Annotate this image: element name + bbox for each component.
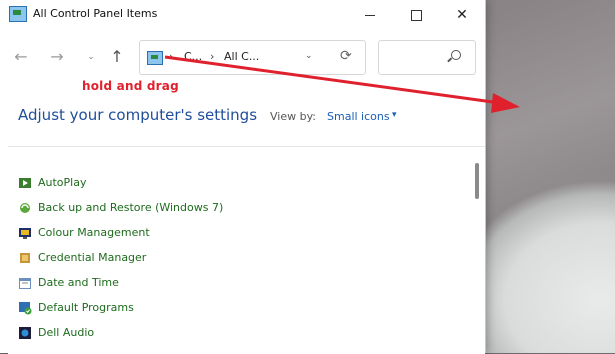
default-programs-icon [19, 302, 32, 315]
address-bar[interactable]: › C... › All C... ⌄ ⟳ [139, 40, 366, 75]
chevron-down-icon[interactable]: ▾ [392, 110, 397, 120]
minimize-icon [365, 14, 375, 16]
item-label: Default Programs [38, 301, 134, 314]
forward-arrow-icon[interactable]: → [46, 46, 68, 68]
list-item-dell-audio[interactable]: Dell Audio [18, 323, 318, 343]
maximize-button[interactable] [393, 0, 439, 30]
address-dropdown-icon[interactable]: ⌄ [305, 51, 313, 61]
list-item-date-time[interactable]: Date and Time [18, 273, 318, 293]
close-icon: ✕ [456, 7, 468, 23]
title-bar[interactable]: All Control Panel Items ✕ [0, 0, 485, 30]
autoplay-icon [19, 178, 31, 188]
breadcrumb-control-panel[interactable]: C... [184, 50, 202, 63]
search-icon [451, 50, 461, 60]
header-row: Adjust your computer's settings View by:… [0, 100, 485, 134]
backup-icon [20, 203, 30, 213]
breadcrumb-all-items[interactable]: All C... [224, 50, 259, 63]
view-by-label: View by: [270, 110, 316, 123]
recent-locations-icon[interactable]: ⌄ [80, 46, 102, 68]
colour-management-icon [19, 228, 31, 239]
page-title: Adjust your computer's settings [18, 106, 258, 124]
item-label: Back up and Restore (Windows 7) [38, 201, 224, 214]
control-panel-address-icon[interactable] [147, 51, 163, 65]
list-item-backup-restore[interactable]: Back up and Restore (Windows 7) [18, 198, 318, 218]
credential-manager-icon [20, 253, 30, 263]
back-arrow-icon[interactable]: ← [10, 46, 32, 68]
window-title: All Control Panel Items [33, 7, 158, 20]
item-label: Colour Management [38, 226, 150, 239]
vertical-scrollbar[interactable] [475, 163, 479, 199]
list-item-default-programs[interactable]: Default Programs [18, 298, 318, 318]
list-item-autoplay[interactable]: AutoPlay [18, 173, 318, 193]
list-item-colour-management[interactable]: Colour Management [18, 223, 318, 243]
navigation-bar: ← → ⌄ ↑ › C... › All C... ⌄ ⟳ [0, 38, 485, 76]
refresh-icon[interactable]: ⟳ [340, 48, 352, 64]
search-input[interactable] [378, 40, 476, 75]
list-item-credential-manager[interactable]: Credential Manager [18, 248, 318, 268]
control-panel-window: All Control Panel Items ✕ ← → ⌄ ↑ › C...… [0, 0, 486, 354]
maximize-icon [410, 9, 422, 21]
breadcrumb-separator: › [210, 50, 215, 63]
up-arrow-icon[interactable]: ↑ [106, 46, 128, 68]
item-label: AutoPlay [38, 176, 87, 189]
items-pane: AutoPlay Back up and Restore (Windows 7)… [8, 146, 485, 354]
breadcrumb-separator: › [169, 50, 174, 63]
item-label: Dell Audio [38, 326, 95, 339]
item-label: Credential Manager [38, 251, 147, 264]
control-panel-icon [9, 6, 27, 22]
dell-audio-icon [19, 327, 31, 339]
view-by-dropdown[interactable]: Small icons [327, 110, 390, 123]
hold-and-drag-annotation: hold and drag [82, 79, 179, 93]
item-label: Date and Time [38, 276, 119, 289]
close-button[interactable]: ✕ [439, 0, 485, 30]
minimize-button[interactable] [347, 0, 393, 30]
date-time-icon [19, 278, 31, 289]
